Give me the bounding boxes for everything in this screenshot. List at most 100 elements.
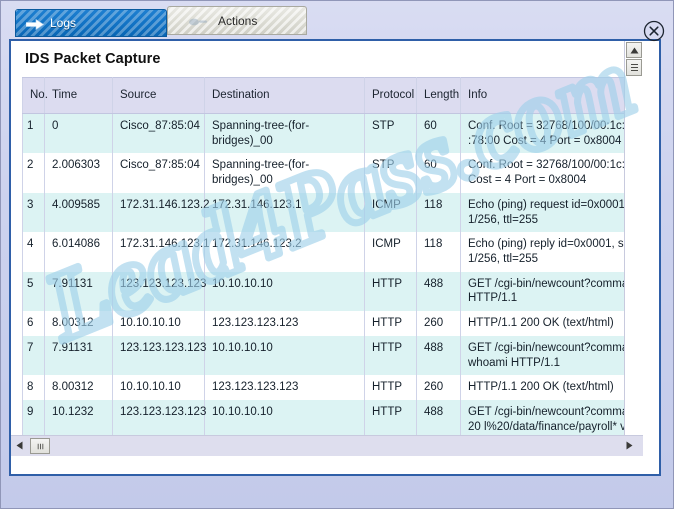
cell-info: GET /cgi-bin/newcount?command= whoami HTT… xyxy=(460,335,643,376)
cell-length: 488 xyxy=(416,335,461,376)
cell-destination: 10.10.10.10 xyxy=(204,335,365,376)
column-header-length[interactable]: Length xyxy=(416,77,461,114)
cell-info: Conf. Root = 32768/100/00:1c:0e:87:78:00… xyxy=(460,113,643,154)
cell-time: 4.009585 xyxy=(44,192,113,233)
column-header-protocol[interactable]: Protocol xyxy=(364,77,417,114)
cell-time: 7.91131 xyxy=(44,271,113,312)
column-header-info[interactable]: Info xyxy=(460,77,633,114)
cell-source: 123.123.123.123 xyxy=(112,400,206,440)
info-line: GET /cgi-bin/newcount?command=ls% xyxy=(468,406,643,419)
info-line: GET /cgi-bin/newcount?command= xyxy=(468,341,643,354)
column-header-destination[interactable]: Destination xyxy=(204,77,365,114)
info-line: Echo (ping) reply id=0x0001, seq= xyxy=(468,238,643,251)
cell-no: 5 xyxy=(22,271,45,312)
scroll-right-arrow-icon[interactable] xyxy=(622,438,637,453)
table-row[interactable]: 5 7.91131 123.123.123.123 10.10.10.10 HTTP 48… xyxy=(22,271,643,312)
table-row[interactable]: 7 7.91131 123.123.123.123 10.10.10.10 HTTP 48… xyxy=(22,335,643,376)
cell-no: 1 xyxy=(22,113,45,154)
cell-no: 7 xyxy=(22,335,45,376)
tab-actions[interactable]: Actions xyxy=(167,6,307,35)
cell-source: 10.10.10.10 xyxy=(112,375,205,401)
capture-panel: IDS Packet Capture No. Time Source Desti… xyxy=(9,39,661,476)
info-line: whoami HTTP/1.1 xyxy=(468,356,561,369)
cell-source: 172.31.146.123.1 xyxy=(112,232,210,272)
tab-logs-label: Logs xyxy=(50,16,77,30)
table-header-row: No. Time Source Destination Protocol Len… xyxy=(22,77,633,114)
column-header-source[interactable]: Source xyxy=(112,77,205,114)
cell-length: 118 xyxy=(416,192,461,233)
tab-strip: Logs Actions xyxy=(1,6,673,42)
table-row[interactable]: 4 6.014086 172.31.146.123.1 172.31.146.123.… xyxy=(22,232,643,272)
cell-source: 123.123.123.123 xyxy=(112,271,206,312)
cell-protocol: HTTP xyxy=(364,400,417,440)
cell-time: 2.006303 xyxy=(44,153,113,193)
scroll-thumb-grip-icon[interactable] xyxy=(30,438,50,454)
table-row[interactable]: 3 4.009585 172.31.146.123.2 172.31.146.123.… xyxy=(22,192,643,233)
cell-source: 123.123.123.123 xyxy=(112,335,206,376)
cell-no: 4 xyxy=(22,232,45,272)
cell-info: GET /cgi-bin/newcount?command=ls HTTP/1.1 xyxy=(460,271,643,312)
cell-info: GET /cgi-bin/newcount?command=ls%20 l%20… xyxy=(460,400,643,440)
close-circle-x-icon[interactable] xyxy=(642,19,666,43)
cell-destination: 172.31.146.123.2 xyxy=(204,232,365,272)
cell-no: 2 xyxy=(22,153,45,193)
cell-length: 60 xyxy=(416,113,461,154)
cell-length: 488 xyxy=(416,271,461,312)
cell-time: 7.91131 xyxy=(44,335,113,376)
table-row[interactable]: 6 8.00312 10.10.10.10 123.123.123.123 HTTP 26… xyxy=(22,311,633,336)
info-line: 20 l%20/data/finance/payroll* vls HTTP/1… xyxy=(468,420,643,433)
cell-length: 118 xyxy=(416,232,461,272)
cell-length: 260 xyxy=(416,375,461,401)
vertical-scrollbar[interactable] xyxy=(624,41,643,456)
page-title: IDS Packet Capture xyxy=(25,51,161,67)
packet-capture-rows: 1 0 Cisco_87:85:04 Spanning-tree-(for-bridg… xyxy=(22,113,643,440)
cell-destination: Spanning-tree-(for-bridges)_00 xyxy=(204,153,365,193)
cell-time: 8.00312 xyxy=(44,375,113,401)
tab-actions-label: Actions xyxy=(218,13,258,28)
scroll-up-arrow-icon[interactable] xyxy=(626,42,642,58)
info-line: 1/256, ttl=255 xyxy=(468,213,539,226)
gear-tools-icon xyxy=(189,18,207,26)
info-line: :78:00 Cost = 4 Port = 0x8004 xyxy=(468,134,622,147)
cell-no: 8 xyxy=(22,375,45,401)
capture-panel-content: IDS Packet Capture No. Time Source Desti… xyxy=(11,41,643,456)
packet-capture-table: No. Time Source Destination Protocol Len… xyxy=(22,77,643,440)
ids-packet-capture-window: Logs Actions IDS Packet Capture No. Time… xyxy=(0,0,674,509)
cell-source: 10.10.10.10 xyxy=(112,311,205,336)
cell-length: 260 xyxy=(416,311,461,336)
info-line: Cost = 4 Port = 0x8004 xyxy=(468,174,587,187)
cell-destination: 123.123.123.123 xyxy=(204,311,365,336)
info-line: 1/256, ttl=255 xyxy=(468,253,539,266)
cell-info: Echo (ping) request id=0x0001, seq= 1/256… xyxy=(460,192,643,233)
table-row[interactable]: 1 0 Cisco_87:85:04 Spanning-tree-(for-bridg… xyxy=(22,113,643,154)
cell-time: 6.014086 xyxy=(44,232,113,272)
cell-protocol: ICMP xyxy=(364,232,417,272)
table-row[interactable]: 9 10.1232 123.123.123.123 10.10.10.10 HTTP 48… xyxy=(22,400,643,440)
info-line: HTTP/1.1 xyxy=(468,292,518,305)
cell-no: 6 xyxy=(22,311,45,336)
cell-info: Conf. Root = 32768/100/00:1c:0e:87:78:00… xyxy=(460,153,643,193)
scroll-thumb-grip-icon[interactable] xyxy=(626,59,642,76)
cell-time: 0 xyxy=(44,113,113,154)
cell-protocol: HTTP xyxy=(364,375,417,401)
cell-protocol: STP xyxy=(364,113,417,154)
table-row[interactable]: 2 2.006303 Cisco_87:85:04 Spanning-tree-(fo… xyxy=(22,153,643,193)
column-header-time[interactable]: Time xyxy=(44,77,113,114)
cell-protocol: HTTP xyxy=(364,335,417,376)
cell-protocol: HTTP xyxy=(364,271,417,312)
info-line: HTTP/1.1 200 OK (text/html) xyxy=(468,381,614,394)
cell-protocol: HTTP xyxy=(364,311,417,336)
horizontal-scrollbar[interactable] xyxy=(11,435,643,456)
cell-no: 9 xyxy=(22,400,45,440)
tab-logs[interactable]: Logs xyxy=(15,9,167,37)
table-row[interactable]: 8 8.00312 10.10.10.10 123.123.123.123 HTTP 26… xyxy=(22,375,633,401)
cell-destination: Spanning-tree-(for-bridges)_00 xyxy=(204,113,365,154)
scroll-left-arrow-icon[interactable] xyxy=(12,438,27,453)
cell-no: 3 xyxy=(22,192,45,233)
info-line: Conf. Root = 32768/100/00:1c:0e:87:78:00 xyxy=(468,159,643,172)
cell-protocol: STP xyxy=(364,153,417,193)
cell-destination: 10.10.10.10 xyxy=(204,271,365,312)
cell-protocol: ICMP xyxy=(364,192,417,233)
cell-length: 60 xyxy=(416,153,461,193)
column-header-no[interactable]: No. xyxy=(22,77,48,114)
